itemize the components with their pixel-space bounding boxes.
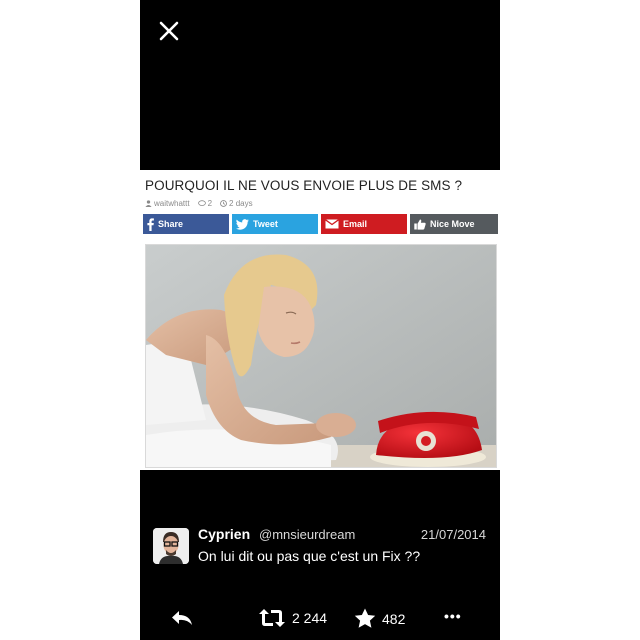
tweet-actions: 2 244 482 ••• bbox=[140, 596, 500, 640]
article-photo bbox=[145, 244, 497, 468]
facebook-share-button[interactable]: Share bbox=[143, 214, 229, 234]
comment-icon bbox=[197, 200, 206, 206]
tweet-author-name[interactable]: Cyprien bbox=[198, 526, 250, 542]
star-icon bbox=[354, 608, 376, 628]
tweet-share-button[interactable]: Tweet bbox=[232, 214, 318, 234]
thumbs-up-icon bbox=[414, 219, 426, 230]
close-icon bbox=[159, 21, 179, 41]
more-icon: ••• bbox=[444, 608, 462, 624]
comments-meta: 2 bbox=[197, 199, 213, 208]
article-screenshot: POURQUOI IL NE VOUS ENVOIE PLUS DE SMS ?… bbox=[140, 170, 500, 470]
tweet: Cyprien @mnsieurdream 21/07/2014 On lui … bbox=[140, 520, 500, 580]
more-button[interactable]: ••• bbox=[444, 608, 462, 624]
facebook-icon bbox=[147, 217, 154, 231]
reply-button[interactable] bbox=[170, 608, 194, 628]
tweet-date: 21/07/2014 bbox=[420, 527, 486, 542]
avatar[interactable] bbox=[153, 528, 189, 564]
woman-waiting-by-phone-image bbox=[146, 245, 496, 467]
tweet-media-viewer: POURQUOI IL NE VOUS ENVOIE PLUS DE SMS ?… bbox=[140, 0, 500, 640]
user-icon bbox=[145, 200, 152, 207]
article-age: 2 days bbox=[229, 199, 253, 208]
close-button[interactable] bbox=[158, 20, 180, 42]
tweet-author-handle[interactable]: @mnsieurdream bbox=[259, 527, 355, 542]
like-label: Nice Move bbox=[430, 219, 475, 229]
article-title: POURQUOI IL NE VOUS ENVOIE PLUS DE SMS ? bbox=[145, 178, 463, 193]
email-share-button[interactable]: Email bbox=[321, 214, 407, 234]
clock-icon bbox=[220, 200, 227, 207]
age-meta: 2 days bbox=[220, 199, 253, 208]
favorite-button[interactable]: 482 bbox=[354, 608, 405, 629]
twitter-bird-icon bbox=[236, 218, 249, 230]
favorite-count: 482 bbox=[382, 610, 406, 627]
reply-icon bbox=[172, 611, 192, 625]
facebook-share-label: Share bbox=[158, 219, 184, 229]
envelope-icon bbox=[325, 219, 339, 229]
author-meta: waitwhattt bbox=[145, 199, 190, 208]
article-meta: waitwhattt 2 2 days bbox=[145, 199, 253, 208]
avatar-image bbox=[153, 528, 189, 564]
retweet-count: 2 244 bbox=[292, 610, 328, 626]
tweet-text: On lui dit ou pas que c'est un Fix ?? bbox=[198, 548, 421, 564]
author-name: waitwhattt bbox=[154, 199, 190, 208]
comment-count: 2 bbox=[207, 199, 213, 208]
email-share-label: Email bbox=[343, 219, 368, 229]
retweet-button[interactable]: 2 244 bbox=[258, 608, 327, 628]
share-buttons: Share Tweet Email Nice Move bbox=[143, 214, 498, 234]
retweet-icon bbox=[259, 609, 285, 627]
tweet-share-label: Tweet bbox=[253, 219, 278, 229]
like-button[interactable]: Nice Move bbox=[410, 214, 498, 234]
